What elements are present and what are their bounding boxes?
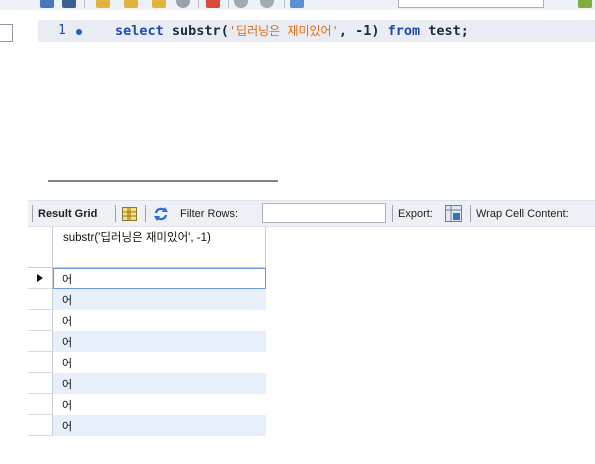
- keyword-select: select: [115, 23, 164, 39]
- table-cell[interactable]: 어: [53, 310, 266, 331]
- table-cell[interactable]: 어: [53, 289, 266, 310]
- export-icon[interactable]: [445, 205, 462, 222]
- row-header[interactable]: [28, 373, 53, 394]
- table-cell[interactable]: 어: [53, 373, 266, 394]
- filter-rows-label: Filter Rows:: [180, 208, 239, 220]
- table-row[interactable]: 어: [28, 394, 266, 415]
- toolbar-separator: [198, 0, 199, 8]
- toolbar-separator: [84, 0, 85, 8]
- table-cell[interactable]: 어: [53, 268, 266, 289]
- sql-statement[interactable]: select substr('딥러닝은 재미있어', -1) from test…: [115, 22, 469, 39]
- limit-rows-select[interactable]: [398, 0, 544, 8]
- function-args: , -1): [338, 23, 380, 39]
- save-icon[interactable]: [40, 0, 54, 8]
- editor-result-splitter[interactable]: [48, 180, 278, 182]
- table-cell[interactable]: 어: [53, 331, 266, 352]
- row-header[interactable]: [28, 415, 53, 436]
- open-icon[interactable]: [62, 0, 76, 8]
- string-literal: '딥러닝은 재미있어': [228, 24, 339, 38]
- keyword-from: from: [387, 23, 421, 39]
- rollback-icon[interactable]: [260, 0, 274, 8]
- table-row[interactable]: 어: [28, 373, 266, 394]
- refresh-icon[interactable]: [153, 207, 169, 221]
- execute-current-icon[interactable]: [124, 0, 138, 8]
- row-pointer-icon: [37, 274, 43, 282]
- result-toolbar: Result Grid Filter Rows: Export: Wrap Ce…: [28, 200, 595, 227]
- main-toolbar: [0, 0, 595, 10]
- table-row[interactable]: 어: [28, 268, 266, 289]
- table-name: test;: [428, 23, 469, 39]
- result-grid-tab[interactable]: Result Grid: [38, 208, 97, 220]
- row-header-corner: [28, 227, 53, 267]
- toolbar-separator: [228, 0, 229, 8]
- row-header[interactable]: [28, 310, 53, 331]
- row-header[interactable]: [28, 289, 53, 310]
- toolbar-separator: [145, 205, 146, 222]
- line-number: 1: [58, 23, 66, 38]
- execution-marker-icon: [76, 29, 82, 35]
- row-header[interactable]: [28, 394, 53, 415]
- wrap-cell-content-label[interactable]: Wrap Cell Content:: [476, 208, 569, 220]
- row-header[interactable]: [28, 268, 53, 289]
- toolbar-separator: [392, 205, 393, 222]
- table-row[interactable]: 어: [28, 352, 266, 373]
- autocommit-icon[interactable]: [290, 0, 304, 8]
- toggle-output-icon[interactable]: [206, 0, 220, 8]
- grid-header: substr('딥러닝은 재미있어', -1): [28, 227, 266, 268]
- commit-icon[interactable]: [234, 0, 248, 8]
- grid-toggle-icon[interactable]: [122, 207, 137, 221]
- table-cell[interactable]: 어: [53, 394, 266, 415]
- side-panel-edge: [0, 24, 13, 42]
- table-cell[interactable]: 어: [53, 352, 266, 373]
- beautify-icon[interactable]: [578, 0, 592, 8]
- export-label: Export:: [398, 208, 433, 220]
- result-grid: substr('딥러닝은 재미있어', -1) 어 어 어 어 어 어 어 어: [28, 227, 266, 436]
- filter-rows-input[interactable]: [262, 203, 386, 223]
- sql-editor[interactable]: 1 select substr('딥러닝은 재미있어', -1) from te…: [38, 10, 595, 173]
- row-header[interactable]: [28, 352, 53, 373]
- toolbar-separator: [284, 0, 285, 8]
- column-header[interactable]: substr('딥러닝은 재미있어', -1): [53, 227, 266, 267]
- table-row[interactable]: 어: [28, 331, 266, 352]
- table-row[interactable]: 어: [28, 310, 266, 331]
- function-name: substr(: [171, 23, 229, 39]
- toolbar-separator: [470, 205, 471, 222]
- toolbar-separator: [115, 205, 116, 222]
- table-row[interactable]: 어: [28, 289, 266, 310]
- table-row[interactable]: 어: [28, 415, 266, 436]
- row-header[interactable]: [28, 331, 53, 352]
- toolbar-separator: [32, 205, 33, 222]
- table-cell[interactable]: 어: [53, 415, 266, 436]
- stop-icon[interactable]: [176, 0, 190, 8]
- execute-icon[interactable]: [96, 0, 110, 8]
- explain-icon[interactable]: [152, 0, 166, 8]
